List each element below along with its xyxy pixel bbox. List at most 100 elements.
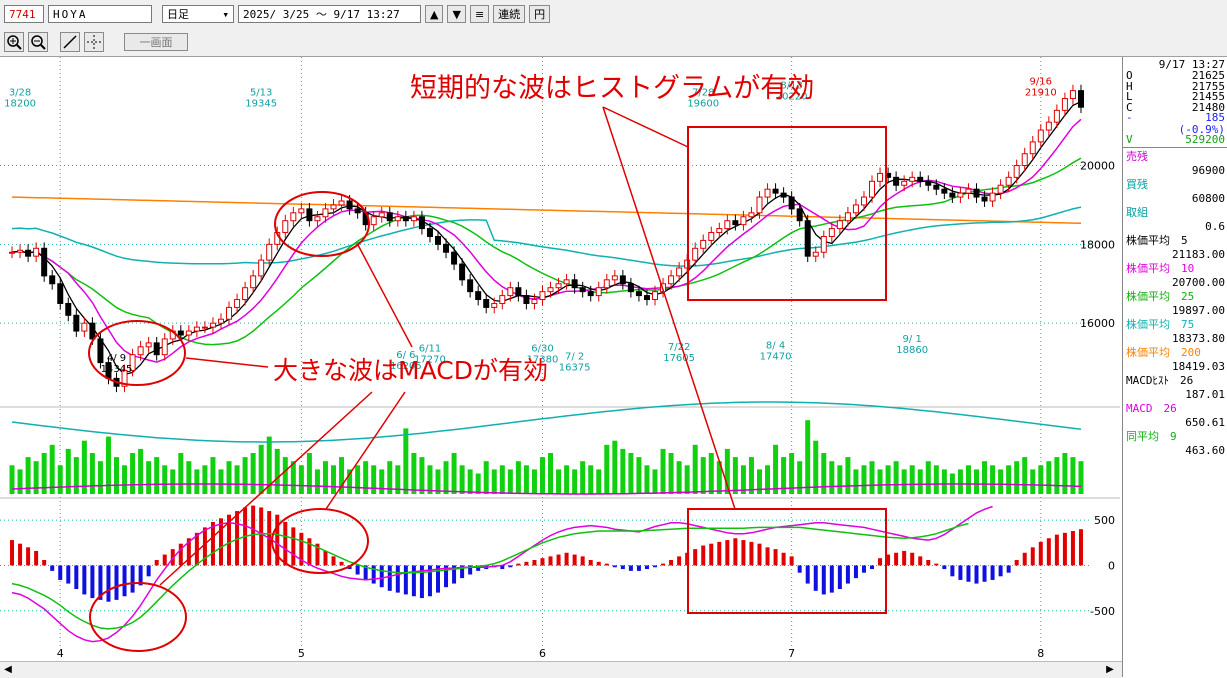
single-screen-button[interactable]: 一画面 — [124, 33, 188, 51]
volume-bar — [748, 457, 754, 494]
candle-body — [1069, 90, 1076, 100]
period-select[interactable]: 日足 ▾ — [162, 5, 234, 23]
volume-bar — [531, 469, 537, 494]
volume-bar — [162, 465, 168, 494]
candle-body — [724, 220, 731, 230]
macd-hist-bar — [122, 565, 127, 597]
volume-bar — [146, 461, 152, 494]
macd-hist-bar — [283, 521, 288, 566]
volume-bar — [636, 457, 642, 494]
candle-body — [394, 216, 401, 222]
macd-hist-bar — [604, 563, 609, 566]
candle-body — [700, 239, 707, 249]
macd-hist-bar — [26, 547, 31, 566]
volume-bar — [1070, 457, 1076, 494]
macd-hist-bar — [516, 563, 521, 566]
candle-body — [1005, 176, 1012, 186]
stock-name-field[interactable]: HOYA — [48, 5, 152, 23]
macd-hist-bar — [870, 565, 875, 570]
volume-bar — [186, 461, 192, 494]
volume-bar — [644, 465, 650, 494]
macd-hist-bar — [307, 538, 312, 566]
info-sidebar: 9/17 13:27 O 21625 H 21755 L 21455 C 21480-185 … — [1122, 57, 1227, 677]
macd-hist-bar — [741, 540, 746, 566]
candle-body — [844, 212, 851, 222]
candle-body — [242, 287, 249, 301]
zoom-in-button[interactable] — [4, 32, 24, 52]
stock-code-field[interactable]: 7741 — [4, 5, 44, 23]
candle-body — [877, 172, 884, 182]
date-range-field[interactable]: 2025/ 3/25 ～ 9/17 13:27 — [238, 5, 421, 23]
candle-body — [836, 220, 843, 230]
trendline-button[interactable] — [60, 32, 80, 52]
macd-hist-bar — [974, 565, 979, 584]
macd-hist-bar — [1030, 547, 1035, 566]
volume-bar — [57, 465, 63, 494]
scroll-right-icon[interactable]: ▶ — [1104, 664, 1116, 676]
crosshair-button[interactable] — [84, 32, 104, 52]
candle-body — [764, 188, 771, 198]
volume-bar — [973, 469, 979, 494]
macd-hist-bar — [926, 560, 931, 566]
zoom-out-button[interactable] — [28, 32, 48, 52]
candle-body — [788, 196, 795, 210]
volume-bar — [845, 457, 851, 494]
macd-hist-bar — [588, 560, 593, 566]
indicator-label: 同平均 9 — [1126, 430, 1177, 443]
indicator-value: 18419.03 — [1172, 360, 1225, 373]
macd-hist-bar — [628, 565, 633, 571]
macd-tick-label: 0 — [1108, 559, 1115, 572]
volume-bar — [170, 469, 176, 494]
candle-body — [426, 228, 433, 237]
link-button[interactable]: 連続 — [493, 5, 526, 23]
volume-bar — [9, 465, 15, 494]
chart-area[interactable]: 4567892000018000160005000-5003/28182004/… — [0, 57, 1227, 677]
candle-body — [619, 275, 626, 285]
volume-bar — [773, 444, 779, 494]
macd-hist-bar — [596, 561, 601, 566]
month-label: 4 — [57, 647, 64, 660]
candle-body — [226, 306, 233, 320]
stock-chart[interactable]: 4567892000018000160005000-5003/28182004/… — [0, 57, 1122, 661]
price-tick-label: 20000 — [1080, 160, 1115, 173]
price-label-value: 18860 — [896, 345, 928, 356]
price-label-date: 9/ 1 — [903, 334, 922, 345]
volume-bar — [282, 457, 288, 494]
candle-body — [153, 342, 160, 356]
candle-body — [555, 283, 562, 289]
move-up-button[interactable]: ▲ — [425, 5, 444, 23]
volume-bar — [89, 453, 95, 494]
volume-bar — [314, 469, 320, 494]
volume-bar — [612, 440, 618, 494]
candle-body — [25, 249, 32, 257]
macd-hist-bar — [813, 565, 818, 591]
macd-hist-bar — [1046, 538, 1051, 566]
macd-hist-bar — [1038, 541, 1043, 566]
volume-bar — [499, 465, 505, 494]
candle-body — [282, 220, 289, 234]
sidebar-divider — [1123, 147, 1227, 148]
macd-hist-bar — [90, 565, 95, 599]
candle-body — [676, 267, 683, 277]
candle-body — [579, 287, 586, 293]
price-label-value: 19345 — [245, 98, 277, 109]
macd-hist-bar — [998, 565, 1003, 577]
yen-button[interactable]: 円 — [529, 5, 551, 23]
macd-hist-bar — [106, 565, 111, 602]
volume-bar — [322, 461, 328, 494]
macd-hist-bar — [958, 565, 963, 580]
candle-body — [531, 299, 538, 304]
volume-bar — [379, 469, 385, 494]
horizontal-scrollbar[interactable]: ◀ ▶ — [0, 661, 1122, 678]
menu-button[interactable]: ≡ — [469, 5, 490, 23]
volume-bar — [250, 453, 256, 494]
candle-body — [965, 188, 972, 194]
indicator-value: 650.61 — [1185, 416, 1225, 429]
volume-bar — [901, 469, 907, 494]
move-down-button[interactable]: ▼ — [447, 5, 466, 23]
macd-hist-bar — [612, 565, 617, 568]
scroll-left-icon[interactable]: ◀ — [2, 664, 14, 676]
macd-hist-bar — [1078, 529, 1083, 566]
macd-hist-bar — [556, 554, 561, 566]
macd-hist-bar — [395, 565, 400, 593]
